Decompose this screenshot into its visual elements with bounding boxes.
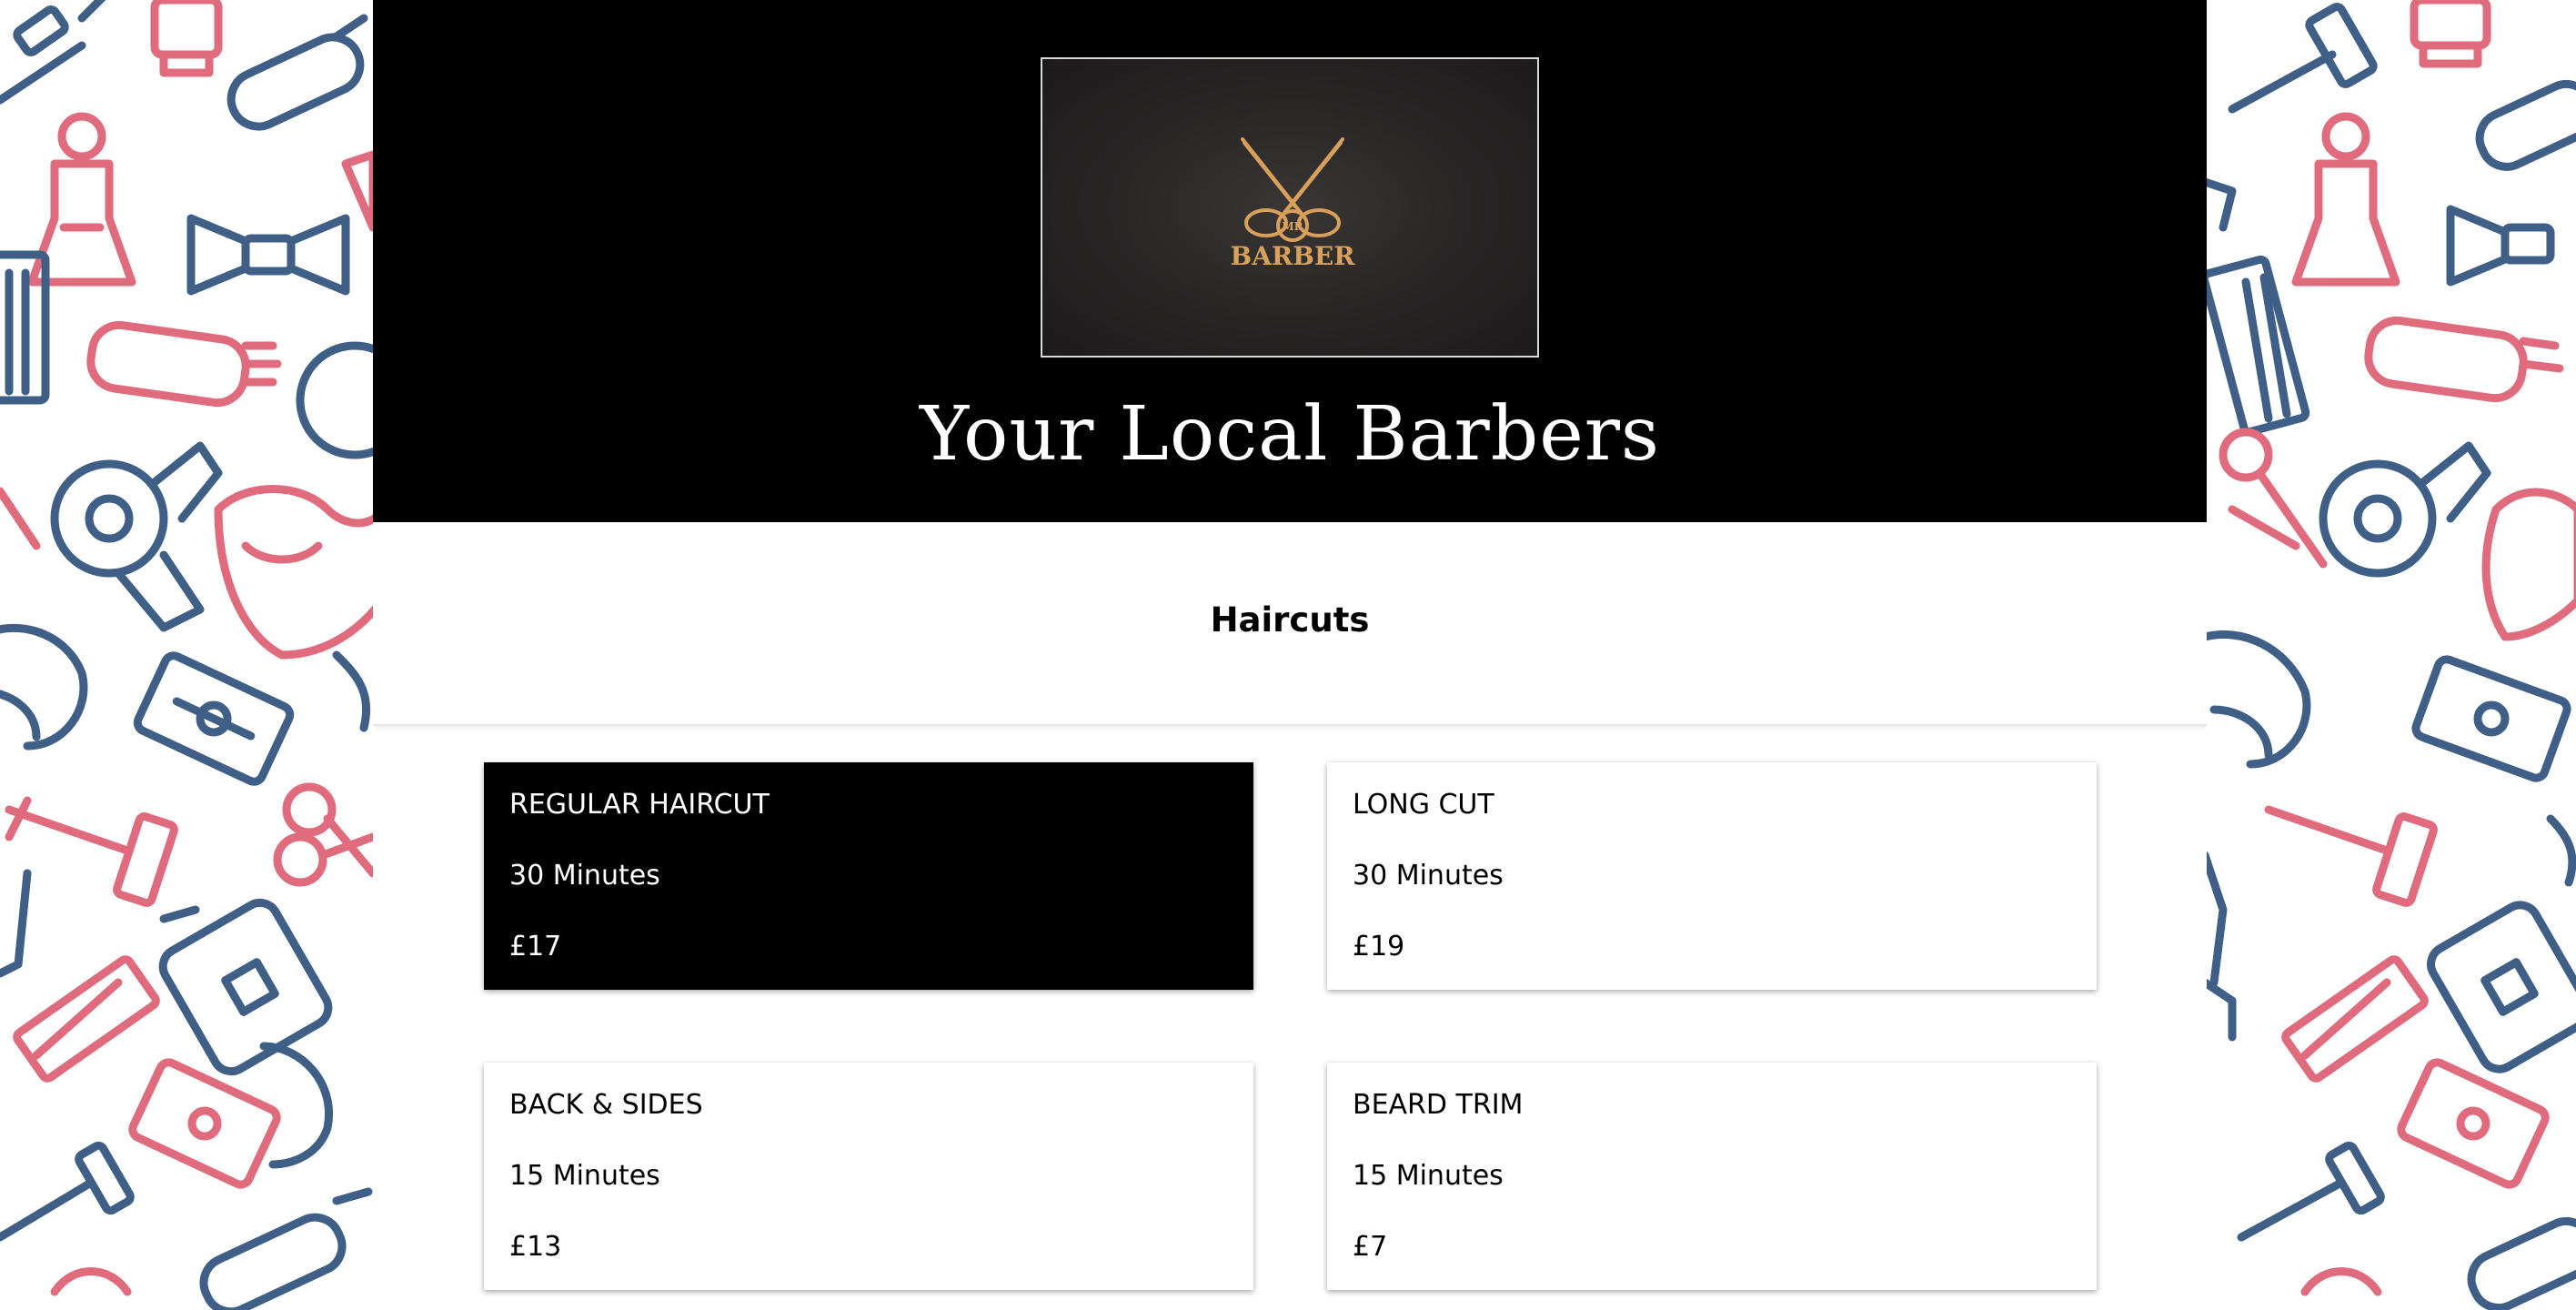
service-price: £19 <box>1353 931 1405 962</box>
spray-bottle-icon <box>2427 901 2576 1073</box>
comb-icon <box>2205 255 2310 437</box>
razor-blade-icon <box>2411 655 2571 782</box>
razor-blade-icon <box>128 1058 281 1189</box>
trimmer-icon <box>226 14 368 131</box>
barber-chair-icon <box>2205 630 2311 769</box>
scissors-icon <box>2219 428 2328 569</box>
service-price: £13 <box>509 1231 562 1263</box>
shaving-brush-icon <box>150 0 223 77</box>
scissors-icon <box>273 782 373 887</box>
hair-dryer-icon <box>50 441 223 632</box>
razor-icon <box>0 0 106 105</box>
comb-icon <box>0 250 50 405</box>
service-card-regular-haircut[interactable]: REGULAR HAIRCUT 30 Minutes £17 <box>484 762 1253 990</box>
bow-tie-icon <box>186 214 350 296</box>
site-title: Your Local Barbers <box>919 391 1661 478</box>
beard-icon <box>2481 488 2576 641</box>
razor-icon <box>0 1141 135 1242</box>
service-card-beard-trim[interactable]: BEARD TRIM 15 Minutes £7 <box>1327 1063 2097 1290</box>
razor-blade-icon <box>133 651 295 786</box>
safety-razor-icon <box>5 796 178 907</box>
service-card-back-and-sides[interactable]: BACK & SIDES 15 Minutes £13 <box>484 1063 1253 1290</box>
service-duration: 15 Minutes <box>509 1160 660 1192</box>
service-price: £17 <box>509 931 562 962</box>
hair-dryer-icon <box>2319 441 2491 578</box>
bow-tie-icon <box>2446 205 2555 287</box>
beard-icon <box>214 485 373 660</box>
service-duration: 30 Minutes <box>1353 860 1504 892</box>
service-name: REGULAR HAIRCUT <box>509 789 770 821</box>
comb-icon <box>13 955 160 1083</box>
service-duration: 15 Minutes <box>1353 1160 1504 1192</box>
barber-chair-icon <box>0 623 88 751</box>
razor-icon <box>2228 3 2378 114</box>
shaving-brush-icon <box>2410 0 2491 68</box>
trimmer-icon <box>2475 79 2576 171</box>
background-pattern-left <box>0 0 373 1310</box>
hair-trimmer-icon <box>2364 316 2564 403</box>
barber-logo[interactable]: MR BARBER <box>1041 57 1539 358</box>
bottle-icon <box>2291 112 2400 287</box>
service-price: £7 <box>1353 1231 1388 1263</box>
service-duration: 30 Minutes <box>509 860 660 892</box>
spray-bottle-icon <box>158 898 333 1076</box>
site-header: MR BARBER Your Local Barbers <box>373 0 2207 522</box>
service-card-long-cut[interactable]: LONG CUT 30 Minutes £19 <box>1327 762 2097 990</box>
service-name: BEARD TRIM <box>1353 1089 1524 1121</box>
razor-icon <box>2237 1141 2385 1242</box>
trimmer-icon <box>2467 1216 2576 1310</box>
safety-razor-icon <box>2264 805 2438 907</box>
service-name: BACK & SIDES <box>509 1089 703 1121</box>
comb-icon <box>2281 955 2429 1083</box>
logo-text: BARBER <box>1231 241 1356 271</box>
logo-monogram: MR <box>1282 220 1303 233</box>
trimmer-icon <box>199 1187 373 1310</box>
background-pattern-right <box>2205 0 2576 1310</box>
hair-trimmer-icon <box>86 320 282 408</box>
service-name: LONG CUT <box>1353 789 1494 821</box>
section-title: Haircuts <box>1210 600 1370 640</box>
razor-blade-icon <box>2397 1058 2550 1189</box>
